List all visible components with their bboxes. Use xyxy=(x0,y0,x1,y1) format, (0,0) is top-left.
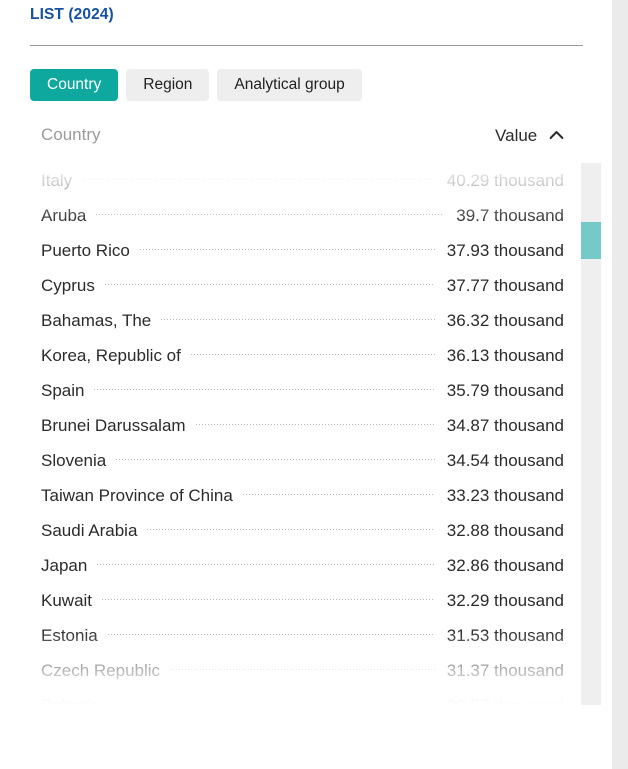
country-list-rows: Italy 40.29 thousand Aruba 39.7 thousand Pue… xyxy=(30,163,564,705)
row-leader-line xyxy=(243,494,435,495)
row-country-label: Aruba xyxy=(41,206,96,226)
row-leader-line xyxy=(147,529,434,530)
table-row[interactable]: Italy 40.29 thousand xyxy=(30,163,564,198)
row-country-label: Taiwan Province of China xyxy=(41,486,243,506)
row-country-label: Slovenia xyxy=(41,451,116,471)
table-row[interactable]: Bahamas, The 36.32 thousand xyxy=(30,303,564,338)
tab-country[interactable]: Country xyxy=(30,69,118,101)
row-leader-line xyxy=(94,389,434,390)
row-value: 30.57 thousand xyxy=(435,696,564,706)
row-value: 34.54 thousand xyxy=(435,451,564,471)
grouping-tabs: CountryRegionAnalytical group xyxy=(30,69,370,101)
row-value: 40.29 thousand xyxy=(435,171,564,191)
row-value: 34.87 thousand xyxy=(435,416,564,436)
row-leader-line xyxy=(97,564,434,565)
table-row[interactable]: Taiwan Province of China 33.23 thousand xyxy=(30,478,564,513)
table-header: Country Value xyxy=(30,125,564,155)
list-panel: LIST (2024) CountryRegionAnalytical grou… xyxy=(30,0,583,769)
row-country-label: Saudi Arabia xyxy=(41,521,147,541)
row-country-label: Czech Republic xyxy=(41,661,170,681)
row-value: 31.37 thousand xyxy=(435,661,564,681)
column-header-value[interactable]: Value xyxy=(495,125,564,146)
page-scrollbar[interactable] xyxy=(612,0,628,769)
row-value: 37.77 thousand xyxy=(435,276,564,296)
row-country-label: Korea, Republic of xyxy=(41,346,191,366)
table-row[interactable]: Czech Republic 31.37 thousand xyxy=(30,653,564,688)
row-value: 33.23 thousand xyxy=(435,486,564,506)
table-row[interactable]: Cyprus 37.77 thousand xyxy=(30,268,564,303)
row-value: 39.7 thousand xyxy=(444,206,564,226)
caret-up-icon xyxy=(549,125,564,145)
row-country-label: Italy xyxy=(41,171,82,191)
list-scrollbar[interactable] xyxy=(581,163,601,705)
row-value: 32.88 thousand xyxy=(435,521,564,541)
row-leader-line xyxy=(191,354,435,355)
row-leader-line xyxy=(170,669,435,670)
row-country-label: Brunei Darussalam xyxy=(41,416,196,436)
column-header-country[interactable]: Country xyxy=(41,125,101,145)
row-value: 32.29 thousand xyxy=(435,591,564,611)
country-list[interactable]: Italy 40.29 thousand Aruba 39.7 thousand Pue… xyxy=(30,163,583,705)
row-country-label: Kuwait xyxy=(41,591,102,611)
page-title: LIST (2024) xyxy=(30,6,114,24)
row-country-label: Bahrain xyxy=(41,696,110,706)
column-header-value-label: Value xyxy=(495,126,537,145)
row-country-label: Puerto Rico xyxy=(41,241,140,261)
table-row[interactable]: Spain 35.79 thousand xyxy=(30,373,564,408)
row-leader-line xyxy=(116,459,435,460)
table-row[interactable]: Bahrain 30.57 thousand xyxy=(30,688,564,705)
row-country-label: Cyprus xyxy=(41,276,105,296)
table-row[interactable]: Kuwait 32.29 thousand xyxy=(30,583,564,618)
list-scrollbar-thumb[interactable] xyxy=(581,222,601,259)
tab-region[interactable]: Region xyxy=(126,69,209,101)
row-country-label: Japan xyxy=(41,556,97,576)
row-country-label: Estonia xyxy=(41,626,108,646)
row-leader-line xyxy=(108,634,435,635)
row-leader-line xyxy=(82,179,435,180)
row-value: 35.79 thousand xyxy=(435,381,564,401)
row-leader-line xyxy=(140,249,435,250)
row-value: 37.93 thousand xyxy=(435,241,564,261)
table-row[interactable]: Saudi Arabia 32.88 thousand xyxy=(30,513,564,548)
table-row[interactable]: Estonia 31.53 thousand xyxy=(30,618,564,653)
row-value: 32.86 thousand xyxy=(435,556,564,576)
row-value: 36.32 thousand xyxy=(435,311,564,331)
page-content: LIST (2024) CountryRegionAnalytical grou… xyxy=(0,0,612,769)
row-leader-line xyxy=(110,704,435,705)
row-country-label: Spain xyxy=(41,381,94,401)
row-leader-line xyxy=(102,599,435,600)
title-divider xyxy=(30,45,583,46)
row-leader-line xyxy=(105,284,435,285)
row-leader-line xyxy=(96,214,444,215)
table-row[interactable]: Brunei Darussalam 34.87 thousand xyxy=(30,408,564,443)
row-value: 31.53 thousand xyxy=(435,626,564,646)
row-value: 36.13 thousand xyxy=(435,346,564,366)
row-leader-line xyxy=(161,319,435,320)
row-leader-line xyxy=(196,424,435,425)
table-row[interactable]: Japan 32.86 thousand xyxy=(30,548,564,583)
table-row[interactable]: Korea, Republic of 36.13 thousand xyxy=(30,338,564,373)
table-row[interactable]: Slovenia 34.54 thousand xyxy=(30,443,564,478)
tab-analytical-group[interactable]: Analytical group xyxy=(217,69,361,101)
table-row[interactable]: Puerto Rico 37.93 thousand xyxy=(30,233,564,268)
table-row[interactable]: Aruba 39.7 thousand xyxy=(30,198,564,233)
row-country-label: Bahamas, The xyxy=(41,311,161,331)
